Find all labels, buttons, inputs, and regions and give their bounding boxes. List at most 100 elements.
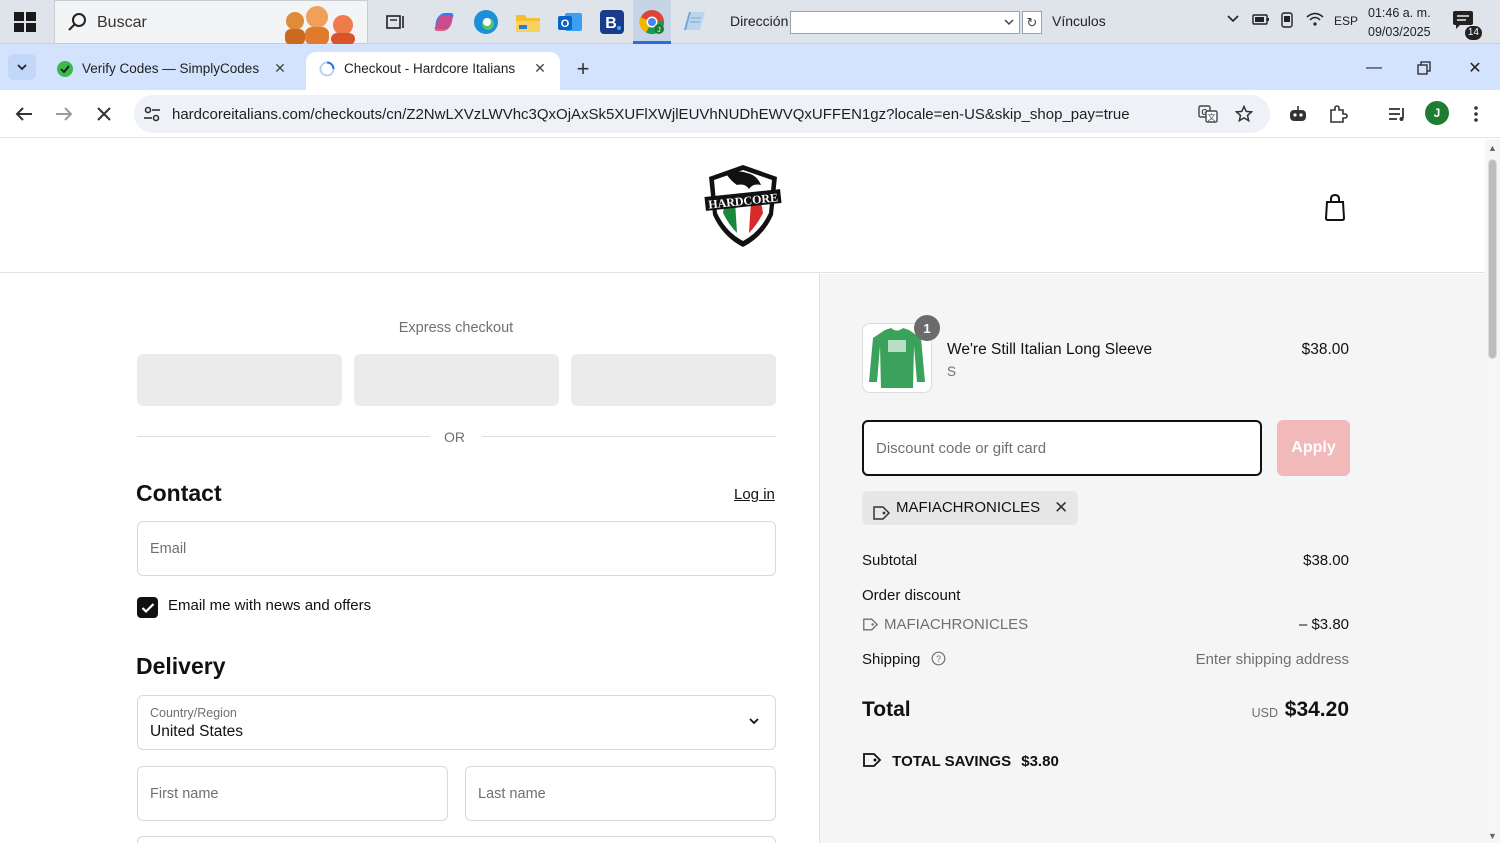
back-arrow-icon[interactable] xyxy=(10,100,38,128)
edge-icon[interactable] xyxy=(470,6,502,38)
shipping-value: Enter shipping address xyxy=(1195,651,1349,668)
chevron-down-icon[interactable] xyxy=(1003,15,1015,33)
site-info-icon[interactable] xyxy=(142,104,162,124)
order-discount-label: Order discount xyxy=(862,587,961,604)
newsletter-checkbox[interactable] xyxy=(137,597,158,618)
extensions-puzzle-icon[interactable] xyxy=(1324,100,1352,128)
booking-icon[interactable]: B xyxy=(596,6,628,38)
total-savings: TOTAL SAVINGS $3.80 xyxy=(862,751,1059,773)
wifi-icon[interactable] xyxy=(1306,12,1324,31)
checkout-form: Express checkout OR Contact Log in Email… xyxy=(0,274,819,843)
scroll-down-arrow-icon[interactable]: ▼ xyxy=(1488,831,1497,841)
tab-search-chevron-icon[interactable] xyxy=(8,54,36,80)
address-field[interactable] xyxy=(137,836,776,843)
scrollbar-thumb[interactable] xyxy=(1488,159,1497,359)
discount-code-line: MAFIACHRONICLES xyxy=(862,616,1028,633)
taskbar-search-box[interactable]: Buscar xyxy=(54,0,368,45)
bookmark-star-icon[interactable] xyxy=(1234,104,1254,124)
apply-discount-button[interactable]: Apply xyxy=(1277,420,1350,476)
tray-chevron-down-icon[interactable] xyxy=(1226,12,1240,31)
total-currency: USD xyxy=(1251,706,1278,720)
subtotal-value: $38.00 xyxy=(1303,552,1349,569)
address-bar[interactable]: hardcoreitalians.com/checkouts/cn/Z2NwLX… xyxy=(134,95,1270,133)
input-language[interactable]: ESP xyxy=(1334,14,1358,28)
country-label: Country/Region xyxy=(150,706,237,720)
express-pay-button-2[interactable] xyxy=(354,354,559,406)
remove-discount-icon[interactable]: ✕ xyxy=(1054,491,1068,525)
help-circle-icon[interactable]: ? xyxy=(931,651,946,670)
window-close-icon[interactable]: ✕ xyxy=(1455,56,1495,80)
close-icon[interactable]: ✕ xyxy=(270,58,290,78)
email-field[interactable]: Email xyxy=(137,521,776,576)
battery-icon[interactable] xyxy=(1252,12,1270,31)
order-summary: 1 We're Still Italian Long Sleeve S $38.… xyxy=(819,274,1485,843)
browser-tab-strip: Verify Codes — SimplyCodes ✕ Checkout - … xyxy=(0,44,1500,90)
first-name-field[interactable]: First name xyxy=(137,766,448,821)
new-tab-button[interactable]: + xyxy=(570,56,596,82)
site-header: HARDCORE xyxy=(0,139,1485,273)
address-toolbar-input[interactable] xyxy=(790,11,1020,34)
newsletter-label[interactable]: Email me with news and offers xyxy=(168,597,371,614)
discount-code-input[interactable]: Discount code or gift card xyxy=(862,420,1262,476)
svg-text:J: J xyxy=(657,27,661,34)
clock-date: 09/03/2025 xyxy=(1368,25,1431,39)
file-explorer-icon[interactable] xyxy=(512,6,544,38)
close-icon[interactable]: ✕ xyxy=(530,58,550,78)
tab-simplycodes[interactable]: Verify Codes — SimplyCodes ✕ xyxy=(44,52,300,90)
notification-center[interactable]: 14 xyxy=(1452,10,1482,40)
contact-heading: Contact xyxy=(136,480,222,506)
shopping-bag-icon[interactable] xyxy=(1322,193,1348,221)
task-view-icon[interactable] xyxy=(380,6,412,38)
svg-text:?: ? xyxy=(936,654,941,664)
copilot-icon[interactable] xyxy=(428,6,460,38)
menu-kebab-icon[interactable] xyxy=(1462,100,1490,128)
applied-discount-tag: MAFIACHRONICLES ✕ xyxy=(862,491,1079,525)
stop-loading-icon[interactable] xyxy=(90,100,118,128)
forward-arrow-icon[interactable] xyxy=(50,100,78,128)
total-label: Total xyxy=(862,698,911,721)
divider xyxy=(137,436,430,437)
quantity-badge: 1 xyxy=(914,315,940,341)
first-name-placeholder: First name xyxy=(150,786,219,802)
restore-icon[interactable] xyxy=(1404,56,1444,80)
media-control-icon[interactable] xyxy=(1384,100,1412,128)
checkout-page: HARDCORE Express checkout OR Contact Log… xyxy=(0,139,1485,843)
minimize-icon[interactable]: — xyxy=(1354,56,1394,80)
last-name-placeholder: Last name xyxy=(478,786,546,802)
address-toolbar-label: Dirección xyxy=(730,13,789,29)
total-value: $34.20 xyxy=(1284,698,1349,721)
savings-value: $3.80 xyxy=(1021,753,1059,770)
translate-icon[interactable]: G文 xyxy=(1198,104,1218,124)
or-separator: OR xyxy=(444,429,465,445)
chrome-icon[interactable]: J xyxy=(636,6,668,38)
device-icon[interactable] xyxy=(1279,12,1295,33)
discount-code-text: MAFIACHRONICLES xyxy=(884,616,1029,633)
tag-icon xyxy=(862,617,879,636)
tab-title: Verify Codes — SimplyCodes xyxy=(82,61,260,76)
product-variant: S xyxy=(947,364,957,379)
country-select[interactable]: Country/Region United States xyxy=(137,695,776,750)
last-name-field[interactable]: Last name xyxy=(465,766,776,821)
extension-robot-icon[interactable] xyxy=(1284,100,1312,128)
system-clock[interactable]: 01:46 a. m. 09/03/2025 xyxy=(1368,4,1431,42)
outlook-icon[interactable]: O xyxy=(554,6,586,38)
links-toolbar-label[interactable]: Vínculos xyxy=(1052,13,1106,29)
express-pay-button-3[interactable] xyxy=(571,354,776,406)
search-icon xyxy=(67,12,87,37)
windows-start-icon[interactable] xyxy=(14,12,36,32)
notepad-icon[interactable] xyxy=(678,6,710,38)
express-pay-button-1[interactable] xyxy=(137,354,342,406)
login-link[interactable]: Log in xyxy=(734,486,775,503)
refresh-icon[interactable]: ↻ xyxy=(1022,11,1042,34)
notification-count-badge: 14 xyxy=(1464,26,1482,40)
page-scrollbar[interactable]: ▲ ▼ xyxy=(1485,139,1500,843)
scroll-up-arrow-icon[interactable]: ▲ xyxy=(1488,143,1497,153)
shipping-row-label: Shipping ? xyxy=(862,651,946,670)
browser-toolbar: hardcoreitalians.com/checkouts/cn/Z2NwLX… xyxy=(0,90,1500,138)
tab-checkout[interactable]: Checkout - Hardcore Italians ✕ xyxy=(306,52,560,90)
tag-icon xyxy=(872,500,891,534)
svg-text:文: 文 xyxy=(1208,112,1216,122)
profile-avatar[interactable]: J xyxy=(1425,101,1449,125)
hardcore-italians-logo[interactable]: HARDCORE xyxy=(703,161,783,251)
shipping-label: Shipping xyxy=(862,651,921,668)
